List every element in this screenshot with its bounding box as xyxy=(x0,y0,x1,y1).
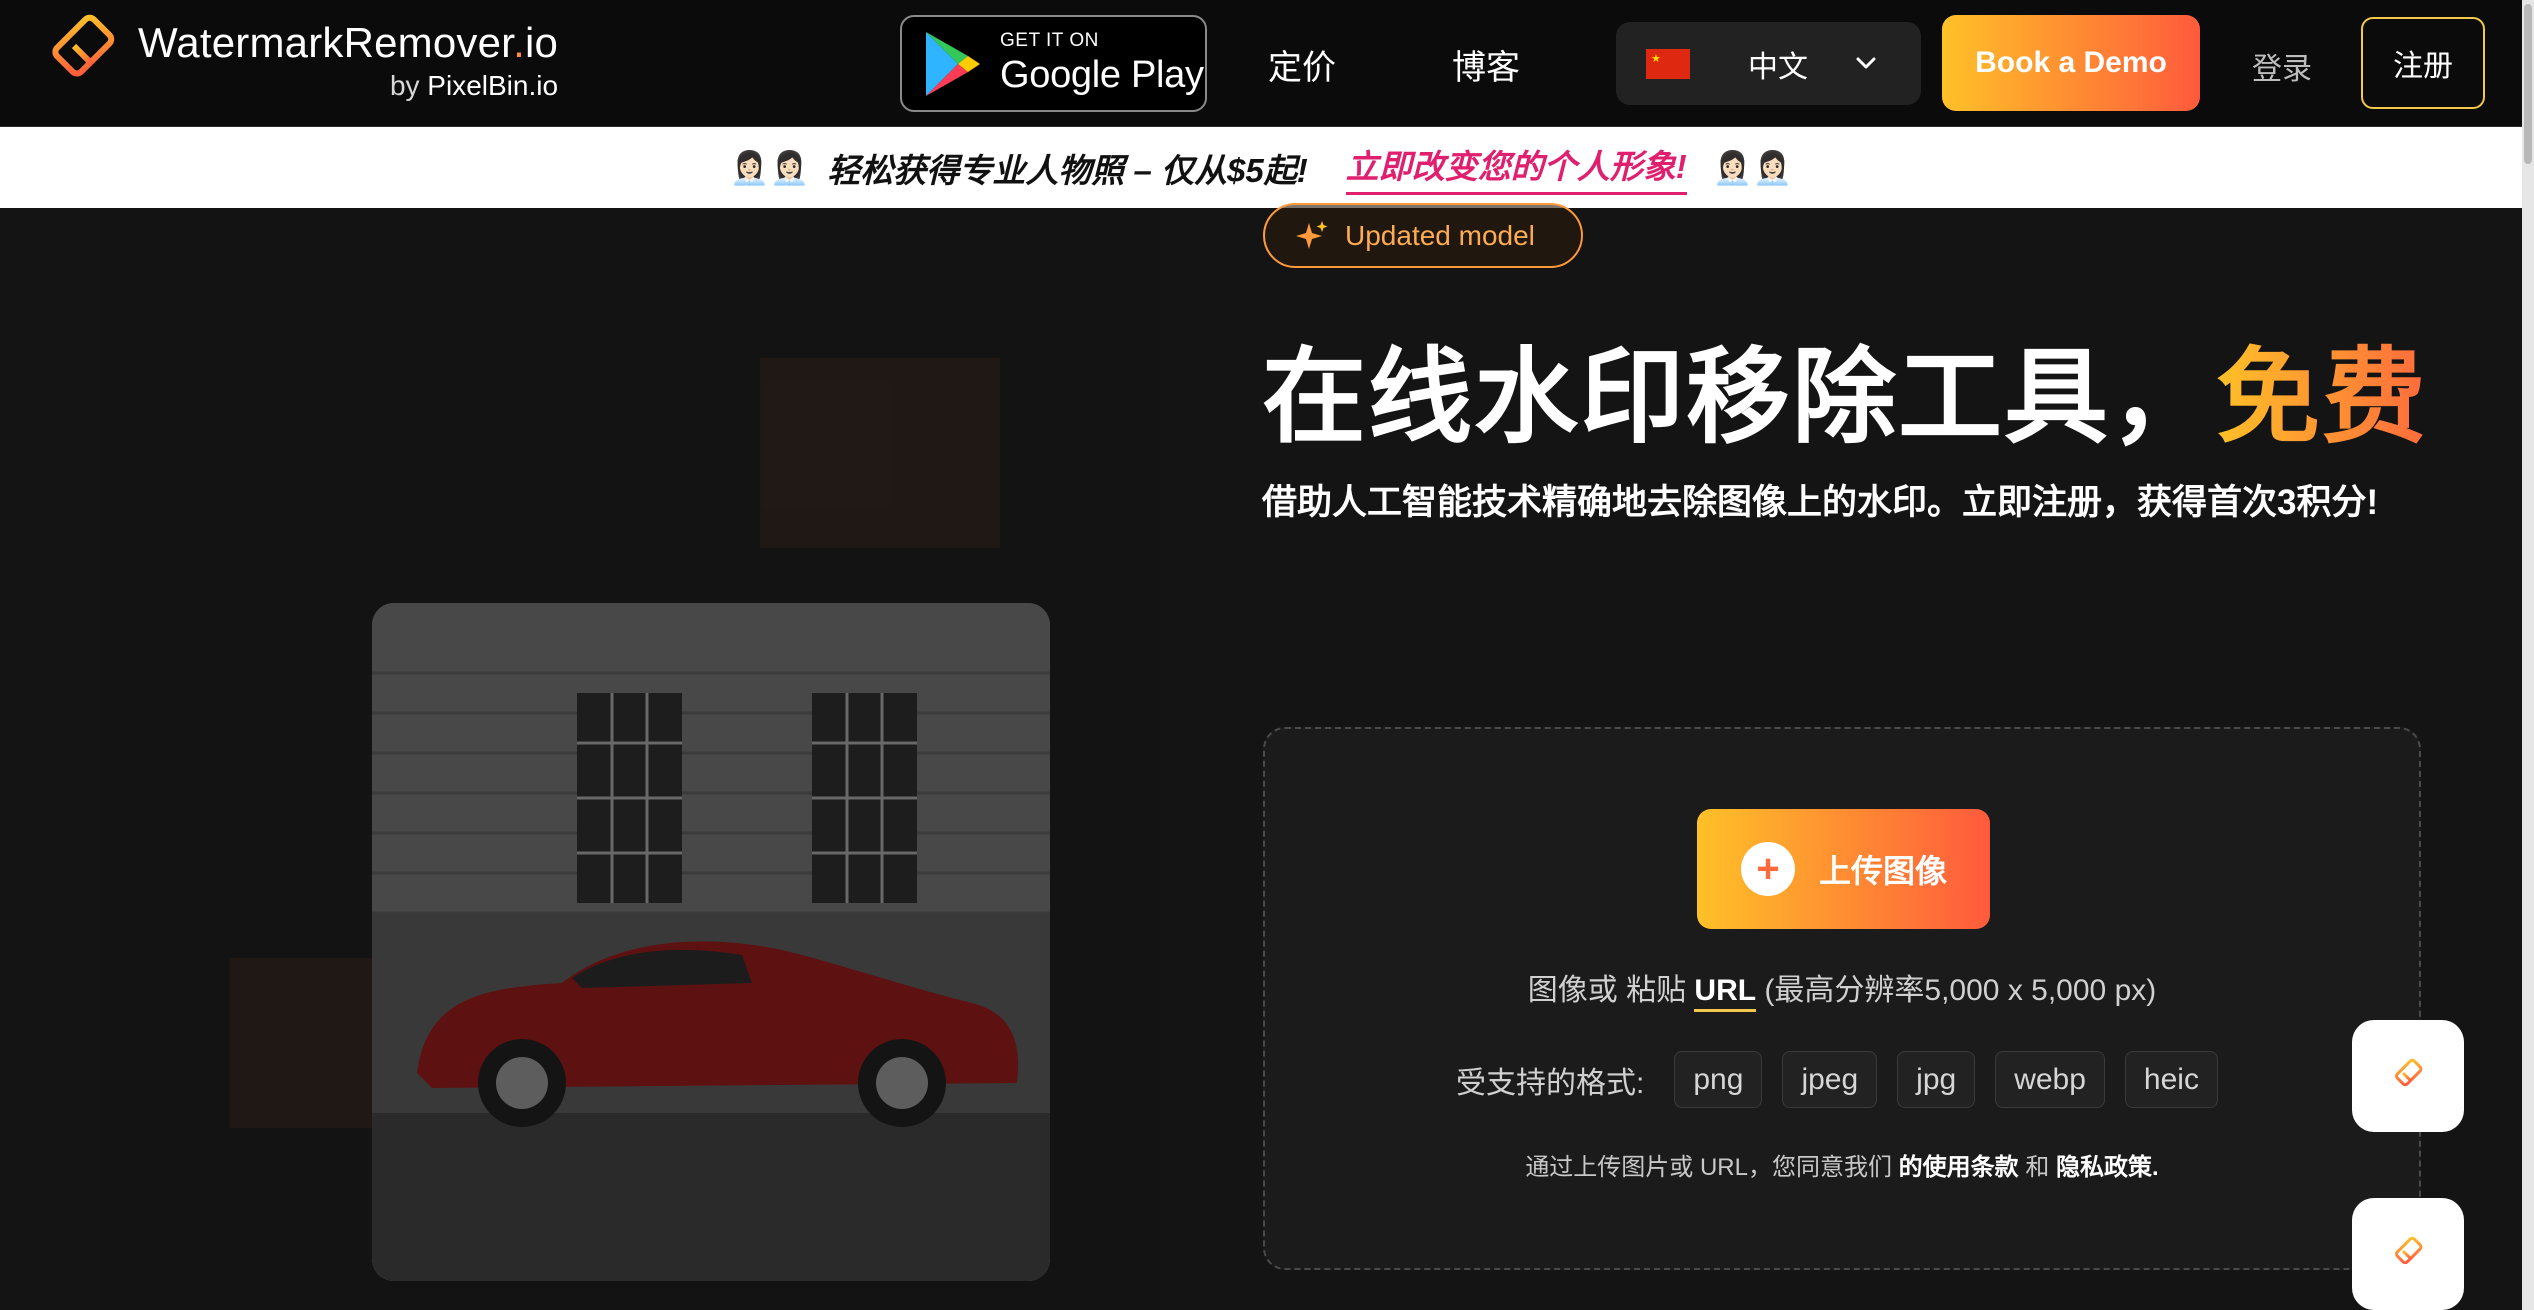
banner-link[interactable]: 立即改变您的个人形象! xyxy=(1345,140,1687,195)
banner-emoji-left: 👩🏻‍💼👩🏻‍💼 xyxy=(729,149,810,186)
title-accent: 免费 xyxy=(2216,340,2429,456)
plus-icon: + xyxy=(1741,842,1795,896)
eraser-icon xyxy=(2391,1058,2423,1093)
eraser-icon xyxy=(2391,1236,2423,1271)
google-play-small-text: GET IT ON xyxy=(1000,30,1099,51)
top-navbar: WatermarkRemover.io by PixelBin.io GET I… xyxy=(0,0,2534,127)
logo-subtitle: by PixelBin.io xyxy=(389,70,559,102)
decor-block xyxy=(760,358,1000,548)
nav-pricing-link[interactable]: 定价 xyxy=(1268,40,1336,89)
paste-url-link[interactable]: URL xyxy=(1694,974,1757,1012)
format-chip: jpg xyxy=(1897,1051,1976,1108)
badge-text: Updated model xyxy=(1345,219,1535,251)
google-play-button[interactable]: GET IT ON Google Play xyxy=(900,15,1207,112)
terms-notice: 通过上传图片或 URL，您同意我们 的使用条款 和 隐私政策. xyxy=(1525,1154,2159,1181)
language-label: 中文 xyxy=(1748,50,1808,84)
hero-subtitle: 借助人工智能技术精确地去除图像上的水印。立即注册，获得首次3积分! xyxy=(1262,483,2379,522)
floating-eraser-button[interactable] xyxy=(2352,1020,2464,1132)
decor-block xyxy=(230,958,390,1128)
terms-of-use-link[interactable]: 的使用条款 xyxy=(1899,1154,2019,1181)
format-chip: heic xyxy=(2124,1051,2218,1108)
banner-text: 轻松获得专业人物照 – 仅从$5起! xyxy=(827,151,1308,189)
promo-banner: 👩🏻‍💼👩🏻‍💼 轻松获得专业人物照 – 仅从$5起! 立即改变您的个人形象! … xyxy=(0,127,2522,208)
upload-button-label: 上传图像 xyxy=(1819,853,1948,889)
logo[interactable]: WatermarkRemover.io by PixelBin.io xyxy=(44,12,558,102)
login-link[interactable]: 登录 xyxy=(2252,44,2312,88)
google-play-big-text: Google Play xyxy=(1000,54,1204,96)
privacy-policy-link[interactable]: 隐私政策. xyxy=(2056,1154,2159,1181)
format-chip: webp xyxy=(1995,1051,2105,1108)
floating-eraser-button[interactable] xyxy=(2352,1198,2464,1310)
banner-emoji-right: 👩🏻‍💼👩🏻‍💼 xyxy=(1712,149,1793,186)
format-chip: jpeg xyxy=(1782,1051,1878,1108)
language-selector[interactable]: ★ 中文 xyxy=(1616,22,1921,105)
page-scrollbar[interactable] xyxy=(2522,0,2534,1310)
upload-image-button[interactable]: + 上传图像 xyxy=(1697,809,1990,929)
logo-title: WatermarkRemover.io xyxy=(138,19,559,66)
signup-button[interactable]: 注册 xyxy=(2361,17,2485,109)
chevron-down-icon xyxy=(1856,57,1876,69)
sample-car-image xyxy=(372,603,1050,1281)
formats-label: 受支持的格式: xyxy=(1456,1066,1645,1100)
updated-model-badge: Updated model xyxy=(1263,203,1583,268)
page: WatermarkRemover.io by PixelBin.io GET I… xyxy=(0,0,2534,1310)
showcase-area xyxy=(100,208,1160,1310)
google-play-icon xyxy=(926,31,980,96)
paste-url-hint: 图像或 粘贴 URL (最高分辨率5,000 x 5,000 px) xyxy=(1265,965,2419,1012)
page-title: 在线水印移除工具，免费 xyxy=(1262,340,2429,456)
image-overlay xyxy=(372,603,1050,1281)
supported-formats: 受支持的格式: png jpeg jpg webp heic xyxy=(1265,1051,2419,1108)
upload-dropzone[interactable]: + 上传图像 图像或 粘贴 URL (最高分辨率5,000 x 5,000 px… xyxy=(1263,727,2421,1270)
china-flag-icon: ★ xyxy=(1646,48,1690,79)
format-chip: png xyxy=(1674,1051,1763,1108)
book-demo-button[interactable]: Book a Demo xyxy=(1942,15,2200,111)
sparkle-icon xyxy=(1296,220,1328,249)
nav-blog-link[interactable]: 博客 xyxy=(1452,40,1520,89)
logo-eraser-icon xyxy=(49,14,115,87)
scrollbar-thumb[interactable] xyxy=(2524,4,2532,164)
